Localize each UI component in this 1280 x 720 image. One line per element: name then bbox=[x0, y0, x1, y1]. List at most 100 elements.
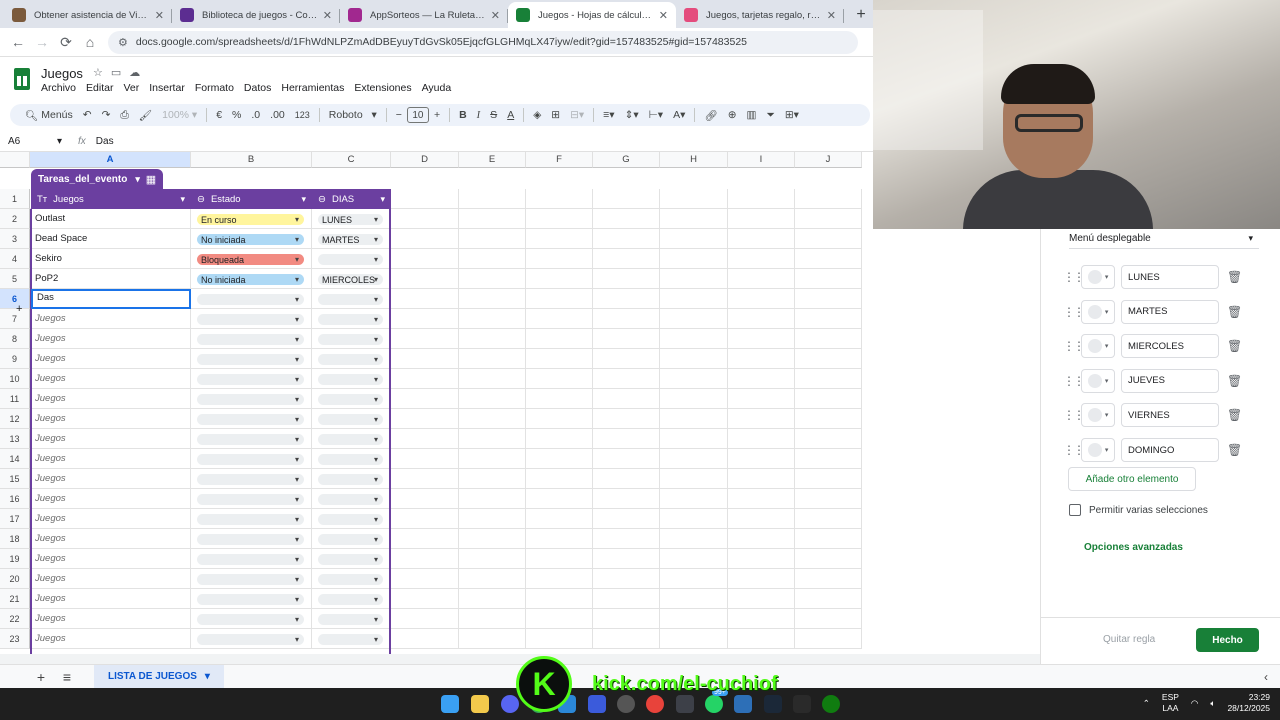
menu-item[interactable]: Formato bbox=[195, 82, 234, 94]
grid-cell[interactable] bbox=[391, 429, 459, 449]
row-header[interactable]: 14 bbox=[0, 449, 30, 469]
row-header[interactable]: 12 bbox=[0, 409, 30, 429]
grid-cell[interactable] bbox=[459, 349, 526, 369]
filter-icon[interactable]: ⏷ bbox=[761, 104, 779, 126]
grid-cell[interactable]: Dead Space bbox=[30, 229, 191, 249]
grid-cell[interactable] bbox=[593, 369, 660, 389]
grid-cell[interactable] bbox=[660, 329, 728, 349]
menu-item[interactable]: Editar bbox=[86, 82, 113, 94]
row-header[interactable]: 1 bbox=[0, 189, 30, 209]
grid-cell[interactable]: Juegos bbox=[30, 589, 191, 609]
status-chip[interactable]: ▾ bbox=[197, 414, 304, 425]
grid-cell[interactable] bbox=[795, 329, 862, 349]
grid-cell[interactable] bbox=[593, 269, 660, 289]
grid-cell[interactable] bbox=[795, 469, 862, 489]
vertical-align-icon[interactable]: ⇕▾ bbox=[620, 104, 644, 126]
number-format-button[interactable]: 123 bbox=[290, 104, 315, 126]
status-chip[interactable]: ▾ bbox=[197, 474, 304, 485]
dias-chip[interactable]: ▾ bbox=[318, 254, 383, 265]
text-color-icon[interactable]: A bbox=[502, 104, 519, 126]
grid-cell[interactable] bbox=[593, 469, 660, 489]
column-header[interactable]: E bbox=[459, 152, 526, 168]
row-header[interactable]: 15 bbox=[0, 469, 30, 489]
grid-cell[interactable] bbox=[526, 209, 593, 229]
grid-cell[interactable] bbox=[526, 429, 593, 449]
grid-cell[interactable] bbox=[526, 309, 593, 329]
grid-cell[interactable] bbox=[459, 509, 526, 529]
status-chip[interactable]: ▾ bbox=[197, 574, 304, 585]
insert-row-icon[interactable]: + bbox=[16, 303, 28, 315]
row-header[interactable]: 4 bbox=[0, 249, 30, 269]
dias-chip[interactable]: ▾ bbox=[318, 474, 383, 485]
status-chip[interactable]: ▾ bbox=[197, 594, 304, 605]
grid-cell[interactable] bbox=[728, 309, 795, 329]
grid-cell[interactable] bbox=[526, 269, 593, 289]
grid-cell[interactable] bbox=[391, 609, 459, 629]
row-header[interactable]: 3 bbox=[0, 229, 30, 249]
status-chip[interactable]: En curso ▾ bbox=[197, 214, 304, 225]
site-info-icon[interactable]: ⚙ bbox=[118, 36, 128, 49]
grid-cell[interactable] bbox=[593, 489, 660, 509]
insert-comment-icon[interactable]: ⊕ bbox=[723, 104, 742, 126]
grid-cell[interactable]: Juegos bbox=[30, 329, 191, 349]
app-icon[interactable] bbox=[588, 695, 606, 713]
status-chip[interactable]: No iniciada ▾ bbox=[197, 234, 304, 245]
grid-cell[interactable] bbox=[391, 569, 459, 589]
row-header[interactable]: 18 bbox=[0, 529, 30, 549]
grid-cell[interactable] bbox=[795, 449, 862, 469]
redo-icon[interactable]: ↷ bbox=[97, 104, 116, 126]
grid-cell[interactable] bbox=[459, 189, 526, 209]
grid-cell[interactable] bbox=[593, 429, 660, 449]
column-header[interactable]: G bbox=[593, 152, 660, 168]
grid-cell[interactable] bbox=[526, 569, 593, 589]
checkbox-box[interactable] bbox=[1069, 504, 1081, 516]
grid-cell[interactable] bbox=[593, 409, 660, 429]
dias-chip[interactable]: LUNES ▾ bbox=[318, 214, 383, 225]
dias-chip[interactable]: ▾ bbox=[318, 434, 383, 445]
grid-cell[interactable] bbox=[593, 529, 660, 549]
status-chip[interactable]: ▾ bbox=[197, 454, 304, 465]
grid-cell[interactable] bbox=[526, 469, 593, 489]
grid-cell[interactable] bbox=[660, 609, 728, 629]
grid-cell[interactable] bbox=[660, 549, 728, 569]
grid-cell[interactable] bbox=[728, 469, 795, 489]
grid-cell[interactable] bbox=[391, 189, 459, 209]
url-input[interactable]: ⚙ docs.google.com/spreadsheets/d/1FhWdNL… bbox=[108, 30, 858, 54]
grid-cell[interactable] bbox=[728, 249, 795, 269]
option-input[interactable]: VIERNES bbox=[1121, 403, 1219, 428]
clock[interactable]: 23:29 28/12/2025 bbox=[1227, 692, 1270, 714]
advanced-options-link[interactable]: Opciones avanzadas bbox=[1084, 542, 1183, 553]
grid-cell[interactable] bbox=[459, 209, 526, 229]
grid-cell[interactable] bbox=[593, 589, 660, 609]
grid-cell[interactable] bbox=[593, 309, 660, 329]
font-size-increase-icon[interactable]: + bbox=[429, 104, 445, 126]
grid-cell[interactable] bbox=[795, 629, 862, 649]
start-icon[interactable] bbox=[441, 695, 459, 713]
dias-chip[interactable]: ▾ bbox=[318, 554, 383, 565]
grid-cell[interactable] bbox=[728, 189, 795, 209]
grid-cell[interactable] bbox=[459, 629, 526, 649]
close-icon[interactable]: ✕ bbox=[827, 9, 836, 22]
dias-chip[interactable]: MIERCOLES ▾ bbox=[318, 274, 383, 285]
grid-cell[interactable] bbox=[660, 229, 728, 249]
wifi-icon[interactable]: ◠ bbox=[1191, 698, 1198, 709]
grid-cell[interactable] bbox=[459, 549, 526, 569]
zoom-select[interactable]: 100% ▾ bbox=[157, 104, 202, 126]
grid-cell[interactable] bbox=[660, 309, 728, 329]
remove-rule-button[interactable]: Quitar regla bbox=[1103, 634, 1155, 645]
option-input[interactable]: LUNES bbox=[1121, 265, 1219, 289]
grid-cell[interactable] bbox=[728, 609, 795, 629]
grid-cell[interactable]: Juegos bbox=[30, 549, 191, 569]
grid-cell[interactable] bbox=[391, 529, 459, 549]
grid-cell[interactable] bbox=[391, 269, 459, 289]
grid-cell[interactable] bbox=[526, 229, 593, 249]
grid-cell[interactable] bbox=[459, 449, 526, 469]
grid-cell[interactable] bbox=[795, 309, 862, 329]
epic-games-icon[interactable] bbox=[793, 695, 811, 713]
column-header[interactable]: I bbox=[728, 152, 795, 168]
chrome-icon[interactable] bbox=[530, 695, 548, 713]
trash-icon[interactable]: 🗑︎ bbox=[1227, 374, 1242, 388]
grid-cell[interactable] bbox=[593, 629, 660, 649]
dias-chip[interactable]: ▾ bbox=[318, 394, 383, 405]
currency-button[interactable]: € bbox=[211, 104, 227, 126]
